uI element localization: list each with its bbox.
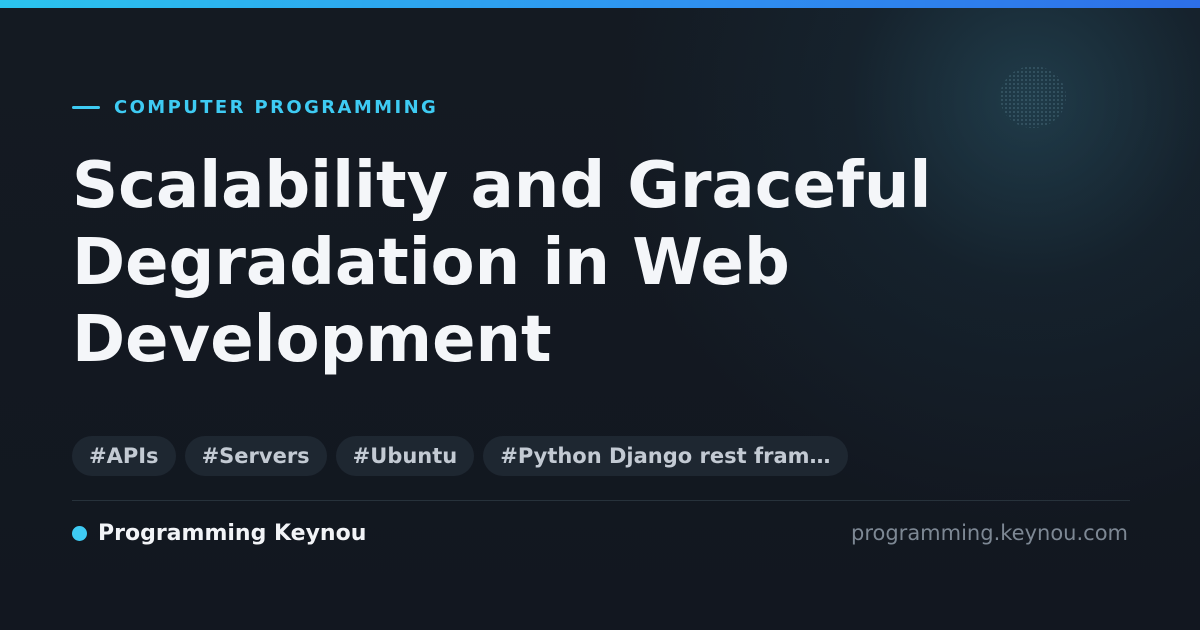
brand-dot-icon (72, 525, 87, 541)
category-eyebrow: COMPUTER PROGRAMMING (72, 96, 438, 118)
tag-list: #APIs #Servers #Ubuntu #Python Django re… (72, 436, 848, 476)
eyebrow-line (72, 105, 100, 109)
accent-top-bar (0, 0, 1200, 8)
tag-apis: #APIs (72, 436, 176, 476)
site-url: programming.keynou.com (851, 521, 1128, 545)
article-title: Scalability and Graceful Degradation in … (72, 149, 932, 377)
category-label: COMPUTER PROGRAMMING (114, 96, 439, 118)
tag-python-django: #Python Django rest fram… (483, 436, 848, 476)
decorative-dot-pattern (1000, 66, 1066, 128)
tag-servers: #Servers (184, 436, 327, 476)
footer-divider (72, 500, 1130, 501)
tag-ubuntu: #Ubuntu (335, 436, 475, 476)
brand-name: Programming Keynou (98, 520, 367, 546)
brand: Programming Keynou (72, 520, 366, 546)
social-card: COMPUTER PROGRAMMING Scalability and Gra… (0, 0, 1200, 630)
